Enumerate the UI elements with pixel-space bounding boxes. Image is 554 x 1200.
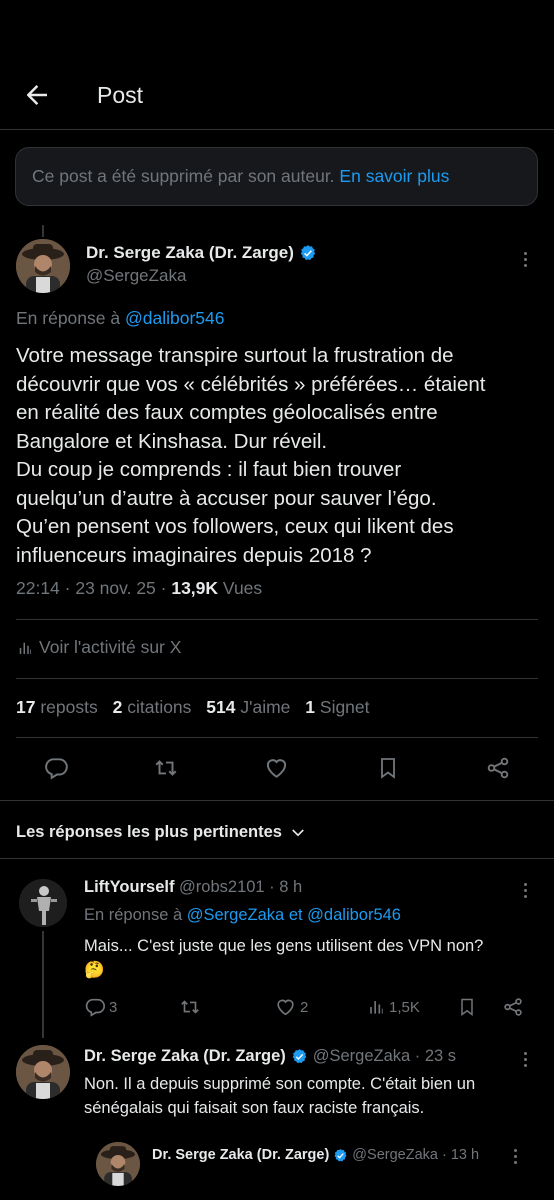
post-body: Votre message transpire surtout la frust… <box>16 344 486 567</box>
verified-badge-icon <box>334 1148 347 1161</box>
thread-line <box>42 225 44 237</box>
reply-icon <box>85 998 105 1017</box>
reply-context: En réponse à @SergeZaka et @dalibor546 <box>84 906 401 924</box>
share-icon <box>504 998 522 1016</box>
more-options-icon[interactable] <box>524 252 527 267</box>
analytics-icon <box>370 1001 383 1014</box>
like-button[interactable] <box>263 755 290 781</box>
page-title: Post <box>97 82 144 108</box>
author-handle-time[interactable]: @SergeZaka · 13 h <box>352 1147 479 1163</box>
replies-divider <box>0 858 554 859</box>
meta-divider <box>16 619 538 620</box>
share-icon <box>487 757 509 779</box>
back-button[interactable] <box>22 80 52 110</box>
bookmark-icon <box>381 758 395 779</box>
reply-to-link[interactable]: @SergeZaka <box>187 906 284 924</box>
author-handle-time[interactable]: @robs2101 · 8 h <box>179 878 302 896</box>
repost-icon <box>155 760 177 776</box>
verified-badge-icon <box>292 1049 306 1064</box>
bookmark-button[interactable] <box>376 755 400 781</box>
more-options-icon[interactable] <box>514 1149 517 1164</box>
view-activity-link[interactable]: Voir l'activité sur X <box>16 637 181 658</box>
more-options-icon[interactable] <box>524 883 527 898</box>
avatar-photo-icon <box>16 239 70 293</box>
like-button[interactable]: 2 <box>274 996 308 1018</box>
post-meta: 22:14 · 23 nov. 25 · 13,9K Vues <box>16 578 262 599</box>
bookmark-icon <box>461 998 473 1016</box>
thread-line <box>42 931 44 1038</box>
reply3-header: Dr. Serge Zaka (Dr. Zarge) @SergeZaka · … <box>152 1147 479 1163</box>
reply-button[interactable]: 3 <box>84 996 117 1018</box>
avatar-photo-icon <box>96 1142 140 1186</box>
reply-context: En réponse à @dalibor546 <box>16 308 225 328</box>
learn-more-link[interactable]: En savoir plus <box>339 166 449 186</box>
repost-button[interactable] <box>152 755 180 781</box>
views-label: Vues <box>222 578 263 598</box>
author-name[interactable]: Dr. Serge Zaka (Dr. Zarge) <box>152 1147 329 1163</box>
avatar-photo-icon <box>16 1045 70 1099</box>
avatar[interactable] <box>16 239 70 293</box>
heart-icon <box>266 759 287 778</box>
reply1-body: Mais... C'est juste que les gens utilise… <box>84 934 540 982</box>
repost-icon <box>181 1000 199 1014</box>
avatar[interactable] <box>96 1142 140 1186</box>
activity-divider <box>16 678 538 679</box>
analytics-icon <box>19 642 31 654</box>
reply-to-link[interactable]: @dalibor546 <box>125 308 225 328</box>
like-count: 2 <box>300 998 309 1016</box>
reposts-stat[interactable]: 17 reposts <box>16 697 98 717</box>
avatar[interactable] <box>19 879 67 927</box>
bookmark-button[interactable] <box>457 996 477 1018</box>
main-post-header: Dr. Serge Zaka (Dr. Zarge) <box>86 243 317 263</box>
avatar[interactable] <box>16 1045 70 1099</box>
bookmarks-stat[interactable]: 1 Signet <box>305 697 369 717</box>
actions-divider <box>0 800 554 801</box>
author-name[interactable]: LiftYourself <box>84 878 174 896</box>
deleted-notice-text: Ce post a été supprimé par son auteur. <box>32 166 335 186</box>
thinking-emoji: 🤔 <box>84 961 105 979</box>
heart-icon <box>277 999 294 1016</box>
author-name[interactable]: Dr. Serge Zaka (Dr. Zarge) <box>84 1047 286 1066</box>
reply-count: 3 <box>109 998 118 1016</box>
author-name[interactable]: Dr. Serge Zaka (Dr. Zarge) <box>86 243 294 263</box>
views-count: 1,5K <box>389 998 420 1016</box>
reply-button[interactable] <box>43 755 69 781</box>
share-button[interactable] <box>502 996 524 1018</box>
post-stats: 17 reposts 2 citations 514 J'aime 1 Sign… <box>16 697 370 718</box>
reply2-header: Dr. Serge Zaka (Dr. Zarge) @SergeZaka · … <box>84 1047 456 1066</box>
quotes-stat[interactable]: 2 citations <box>113 697 192 717</box>
reply1-header: LiftYourself @robs2101 · 8 h <box>84 878 302 897</box>
author-handle[interactable]: @SergeZaka <box>86 266 186 286</box>
avatar-photo-icon <box>19 879 67 927</box>
deleted-notice: Ce post a été supprimé par son auteur. E… <box>15 147 538 206</box>
more-options-icon[interactable] <box>524 1052 527 1067</box>
likes-stat[interactable]: 514 J'aime <box>206 697 290 717</box>
views-button[interactable]: 1,5K <box>366 996 420 1018</box>
reply-icon <box>45 758 68 780</box>
author-handle-time[interactable]: @SergeZaka · 23 s <box>313 1047 456 1066</box>
replies-sort-button[interactable]: Les réponses les plus pertinentes <box>16 823 307 842</box>
views-count: 13,9K <box>171 578 219 598</box>
header-divider <box>0 129 554 130</box>
reply2-body: Non. Il a depuis supprimé son compte. C'… <box>84 1075 476 1117</box>
back-arrow-icon <box>27 85 47 105</box>
stats-divider <box>16 737 538 738</box>
reply-to-link[interactable]: @dalibor546 <box>307 906 401 924</box>
verified-badge-icon <box>300 245 315 261</box>
share-button[interactable] <box>485 755 511 781</box>
repost-button[interactable] <box>178 996 202 1018</box>
post-timestamp[interactable]: 22:14 · 23 nov. 25 · <box>16 578 166 598</box>
chevron-down-icon <box>292 828 304 836</box>
